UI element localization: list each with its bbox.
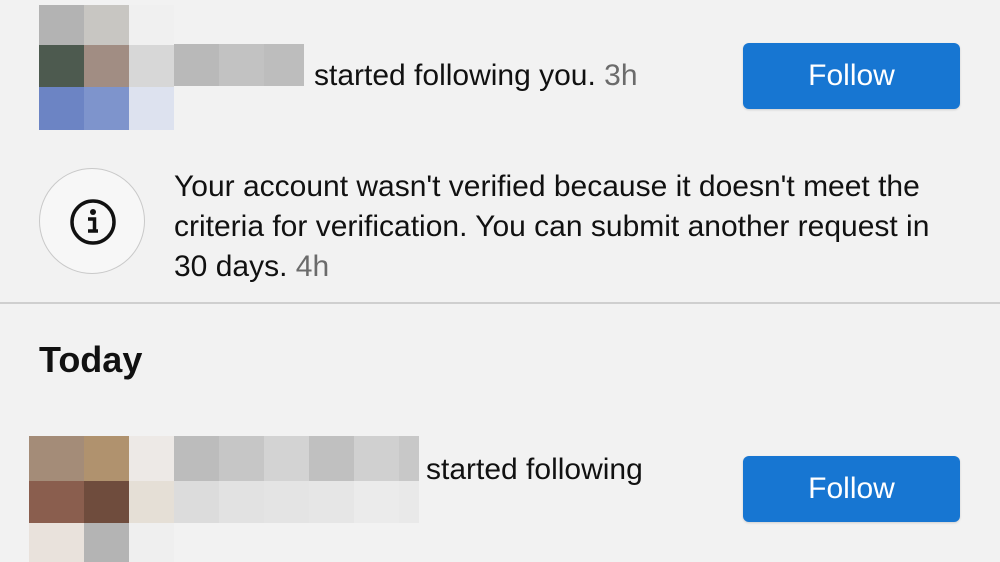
verification-message: Your account wasn't verified because it … xyxy=(174,167,964,287)
activity-feed: started following you. 3h Follow Your ac… xyxy=(0,0,1000,562)
timestamp: 4h xyxy=(295,250,330,283)
notification-follow-1[interactable]: started following you. 3h Follow xyxy=(0,0,1000,150)
verification-text: Your account wasn't verified because it … xyxy=(174,170,930,283)
section-title-today: Today xyxy=(39,339,143,380)
notification-follow-2[interactable]: started following Follow xyxy=(0,420,1000,562)
follow-button[interactable]: Follow xyxy=(743,43,960,109)
avatar-pixelated[interactable] xyxy=(29,436,174,562)
username-pixelated[interactable] xyxy=(174,44,304,86)
info-icon xyxy=(70,199,116,245)
avatar-pixelated[interactable] xyxy=(39,5,174,130)
notification-text: started following xyxy=(426,450,643,490)
username-pixelated[interactable] xyxy=(174,436,419,523)
info-icon-circle xyxy=(39,168,145,274)
follow-button[interactable]: Follow xyxy=(743,456,960,522)
section-divider xyxy=(0,302,1000,304)
notification-text: started following you. 3h xyxy=(314,56,638,96)
notification-message: started following you. xyxy=(314,59,596,92)
timestamp: 3h xyxy=(604,59,638,92)
notification-message: started following xyxy=(426,453,643,486)
